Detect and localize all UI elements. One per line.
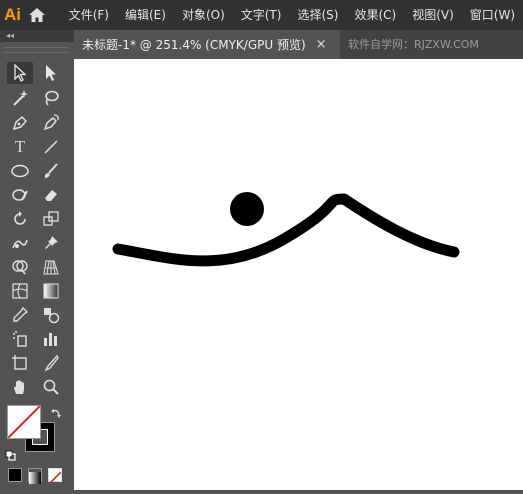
selection-tool[interactable] bbox=[7, 62, 33, 84]
artwork bbox=[112, 192, 460, 267]
ellipse-icon bbox=[11, 164, 29, 178]
lasso-tool[interactable] bbox=[38, 87, 64, 109]
eyedropper-tool[interactable] bbox=[7, 304, 33, 326]
tools-panel: ◂◂ T bbox=[0, 30, 74, 490]
rotate-icon bbox=[14, 211, 26, 225]
selection-arrow-icon bbox=[14, 64, 27, 82]
shaper-icon bbox=[12, 189, 28, 201]
puppet-warp-icon bbox=[12, 239, 28, 249]
column-graph-tool[interactable] bbox=[38, 328, 64, 350]
menu-file[interactable]: 文件(F) bbox=[61, 0, 117, 30]
sun-circle bbox=[230, 192, 264, 226]
type-tool[interactable]: T bbox=[7, 136, 33, 158]
artboard-canvas[interactable] bbox=[74, 59, 523, 490]
gradient-swatch-icon bbox=[29, 472, 41, 484]
hand-tool[interactable] bbox=[7, 376, 33, 398]
artboard-icon bbox=[12, 355, 27, 370]
shape-builder-tool[interactable] bbox=[7, 256, 33, 278]
line-segment-tool[interactable] bbox=[38, 136, 64, 158]
tab-close-button[interactable]: × bbox=[316, 37, 327, 52]
symbol-sprayer-tool[interactable] bbox=[7, 328, 33, 350]
document-tab-active[interactable]: 未标题-1* @ 251.4% (CMYK/GPU 预览) × bbox=[74, 30, 340, 59]
slice-tool[interactable] bbox=[38, 352, 64, 374]
blend-icon bbox=[44, 308, 60, 324]
gradient-mode-button[interactable] bbox=[28, 468, 42, 484]
type-tool-label: T bbox=[14, 137, 26, 156]
direct-selection-arrow-icon bbox=[46, 65, 56, 81]
document-tab-bar: 未标题-1* @ 251.4% (CMYK/GPU 预览) × 软件自学网：RJ… bbox=[74, 30, 523, 59]
panel-grip[interactable] bbox=[4, 47, 68, 53]
rotate-tool[interactable] bbox=[7, 208, 33, 230]
perspective-grid-icon bbox=[43, 260, 59, 275]
perspective-grid-tool[interactable] bbox=[38, 256, 64, 278]
column-graph-icon bbox=[44, 333, 57, 346]
none-slash-icon bbox=[48, 471, 62, 485]
default-fill-stroke-button[interactable] bbox=[5, 447, 17, 466]
scale-tool[interactable] bbox=[38, 208, 64, 230]
shaper-tool[interactable] bbox=[7, 184, 33, 206]
pen-nib-icon bbox=[12, 115, 28, 131]
app-logo: Ai bbox=[4, 5, 22, 24]
hand-icon bbox=[14, 380, 24, 394]
wave-stroke-path bbox=[112, 193, 460, 267]
menu-effect[interactable]: 效果(C) bbox=[346, 0, 404, 30]
pin-tool[interactable] bbox=[38, 232, 64, 254]
fill-color-swatch[interactable] bbox=[7, 405, 41, 439]
mesh-icon bbox=[12, 283, 28, 299]
eraser-tool[interactable] bbox=[38, 184, 64, 206]
zoom-magnifier-icon bbox=[43, 379, 59, 395]
default-colors-icon bbox=[5, 450, 16, 461]
blend-tool[interactable] bbox=[38, 304, 64, 326]
menu-view[interactable]: 视图(V) bbox=[404, 0, 462, 30]
panel-collapse-button[interactable]: ◂◂ bbox=[0, 30, 74, 42]
paintbrush-tool[interactable] bbox=[38, 160, 64, 182]
menu-bar: Ai 文件(F) 编辑(E) 对象(O) 文字(T) 选择(S) 效果(C) 视… bbox=[0, 0, 523, 30]
direct-selection-tool[interactable] bbox=[38, 62, 64, 84]
curvature-pen-icon bbox=[43, 114, 59, 131]
none-mode-button[interactable] bbox=[48, 468, 62, 485]
artboard-tool[interactable] bbox=[7, 352, 33, 374]
swap-arrow-icon bbox=[51, 409, 61, 418]
document-tab-title: 未标题-1* @ 251.4% (CMYK/GPU 预览) bbox=[82, 38, 306, 52]
mesh-tool[interactable] bbox=[7, 280, 33, 302]
paintbrush-icon bbox=[44, 163, 58, 178]
knife-icon bbox=[44, 354, 59, 372]
eyedropper-icon bbox=[13, 306, 29, 322]
none-color-slash-icon bbox=[8, 406, 40, 438]
color-mode-button[interactable] bbox=[8, 468, 22, 482]
zoom-tool[interactable] bbox=[38, 376, 64, 398]
magic-wand-icon bbox=[13, 90, 28, 106]
document-tab-inactive[interactable]: 软件自学网：RJZXW.COM bbox=[340, 30, 479, 59]
menu-window[interactable]: 窗口(W) bbox=[462, 0, 523, 30]
eraser-icon bbox=[45, 190, 57, 201]
scale-icon bbox=[43, 211, 59, 226]
lasso-icon bbox=[45, 90, 59, 106]
shape-builder-icon bbox=[12, 260, 28, 275]
gradient-icon bbox=[43, 283, 59, 299]
symbol-sprayer-icon bbox=[13, 331, 27, 347]
magic-wand-tool[interactable] bbox=[7, 87, 33, 109]
line-segment-icon bbox=[44, 140, 58, 154]
swap-fill-stroke-button[interactable] bbox=[50, 404, 62, 423]
home-icon bbox=[28, 8, 45, 22]
pin-icon bbox=[45, 236, 58, 249]
pen-tool[interactable] bbox=[7, 112, 33, 134]
menu-select[interactable]: 选择(S) bbox=[289, 0, 346, 30]
menu-type[interactable]: 文字(T) bbox=[233, 0, 290, 30]
home-button[interactable] bbox=[25, 0, 49, 30]
ellipse-tool[interactable] bbox=[7, 160, 33, 182]
menu-object[interactable]: 对象(O) bbox=[174, 0, 233, 30]
gradient-tool[interactable] bbox=[38, 280, 64, 302]
menu-edit[interactable]: 编辑(E) bbox=[117, 0, 174, 30]
curvature-tool[interactable] bbox=[38, 112, 64, 134]
puppet-warp-tool[interactable] bbox=[7, 232, 33, 254]
